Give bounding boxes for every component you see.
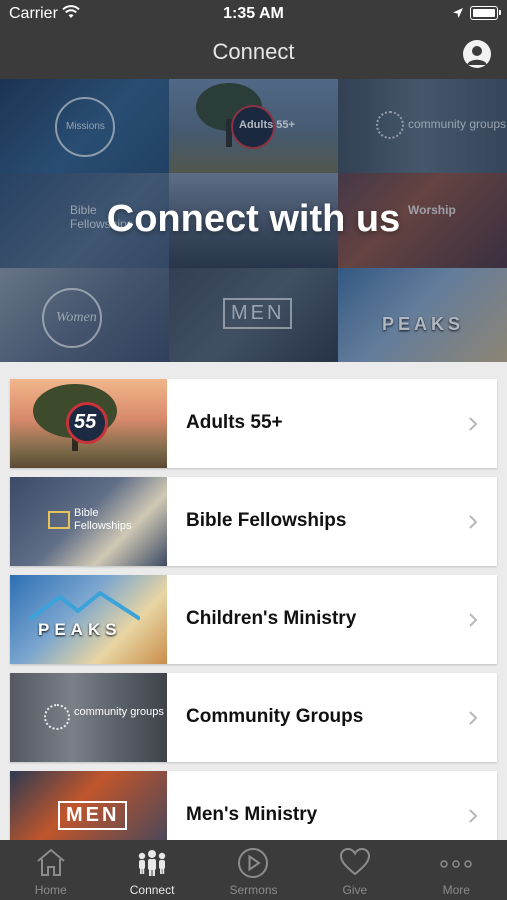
chevron-right-icon — [468, 514, 478, 535]
tab-label: Home — [34, 883, 67, 897]
ministry-list: 55 Adults 55+ Bible Fellowships Bible Fe… — [0, 362, 507, 840]
person-circle-icon[interactable] — [463, 40, 491, 68]
chevron-right-icon — [468, 808, 478, 829]
tab-label: More — [442, 883, 470, 897]
chevron-right-icon — [468, 612, 478, 633]
tab-connect[interactable]: Connect — [101, 840, 202, 900]
thumb-text: community groups — [74, 706, 164, 718]
tab-give[interactable]: Give — [304, 840, 405, 900]
list-item-childrens-ministry[interactable]: PEAKS Children's Ministry — [10, 575, 497, 664]
list-item-community-groups[interactable]: community groups Community Groups — [10, 673, 497, 762]
list-item-adults-55[interactable]: 55 Adults 55+ — [10, 379, 497, 468]
list-item-label: Bible Fellowships — [186, 510, 347, 531]
tab-label: Give — [342, 883, 368, 897]
home-icon — [35, 847, 67, 882]
thumb-text: 55 — [74, 411, 97, 433]
mens-ministry-thumbnail: MEN — [10, 771, 167, 840]
list-item-label: Community Groups — [186, 706, 364, 727]
community-groups-thumbnail: community groups — [10, 673, 167, 762]
tab-sermons[interactable]: Sermons — [203, 840, 304, 900]
list-item-label: Children's Ministry — [186, 608, 357, 629]
thumb-text: PEAKS — [38, 620, 122, 639]
tab-home[interactable]: Home — [0, 840, 101, 900]
thumb-text: MEN — [58, 801, 128, 830]
hero-banner: Missions Adults 55+ community groups Bib… — [0, 79, 507, 362]
status-bar: Carrier 1:35 AM — [0, 0, 507, 28]
list-item-bible-fellowships[interactable]: Bible Fellowships Bible Fellowships — [10, 477, 497, 566]
location-arrow-icon — [452, 6, 464, 24]
list-item-label: Adults 55+ — [186, 412, 283, 433]
chevron-right-icon — [468, 416, 478, 437]
tab-label: Sermons — [229, 883, 278, 897]
heart-icon — [339, 847, 371, 882]
battery-icon — [470, 6, 501, 20]
list-item-label: Men's Ministry — [186, 804, 318, 825]
nav-bar: Connect — [0, 28, 507, 79]
page-title: Connect — [212, 39, 295, 64]
people-icon — [135, 847, 169, 882]
community-dots-icon — [44, 704, 70, 730]
play-circle-icon — [237, 847, 269, 884]
more-dots-icon — [439, 856, 473, 874]
clock: 1:35 AM — [223, 5, 284, 22]
adults-55-thumbnail: 55 — [10, 379, 167, 468]
tab-more[interactable]: More — [406, 840, 507, 900]
mountain-icon — [30, 591, 140, 621]
thumb-text: Bible Fellowships — [74, 507, 132, 532]
bible-fellowships-thumbnail: Bible Fellowships — [10, 477, 167, 566]
tab-label: Connect — [129, 883, 175, 897]
chevron-right-icon — [468, 710, 478, 731]
childrens-ministry-thumbnail: PEAKS — [10, 575, 167, 664]
book-icon — [48, 511, 70, 529]
list-item-mens-ministry[interactable]: MEN Men's Ministry — [10, 771, 497, 840]
tab-bar: Home Connect Sermons Give More — [0, 840, 507, 900]
hero-heading: Connect with us — [106, 198, 401, 240]
